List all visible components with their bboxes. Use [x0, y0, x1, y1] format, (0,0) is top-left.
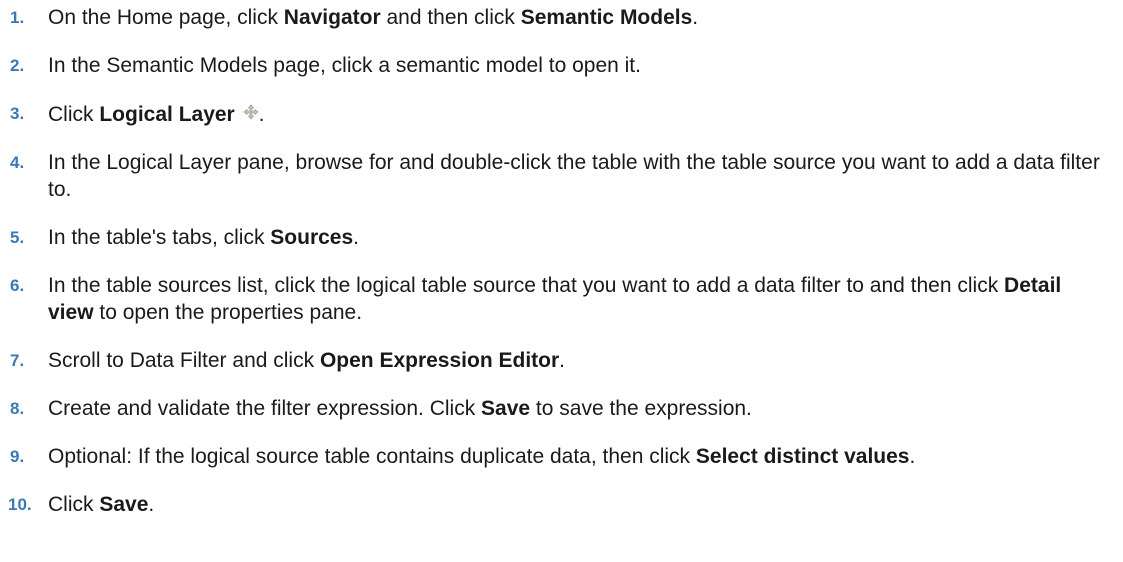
- step-text: Optional: If the logical source table co…: [48, 445, 915, 468]
- step-text: Create and validate the filter expressio…: [48, 397, 752, 420]
- step-item: 9. Optional: If the logical source table …: [0, 443, 1110, 470]
- step-text-run: .: [692, 6, 699, 29]
- step-text: Scroll to Data Filter and click Open Exp…: [48, 349, 565, 372]
- ui-term: Logical Layer: [99, 103, 235, 126]
- step-text-run: In the table sources list, click the log…: [48, 274, 1005, 297]
- step-number: 8.: [10, 399, 25, 418]
- logical-layer-icon: [243, 100, 259, 120]
- ui-term: Save: [481, 397, 531, 420]
- step-text: Click Save.: [48, 493, 154, 516]
- ui-term: Sources: [270, 226, 354, 249]
- step-number: 2.: [10, 56, 25, 75]
- step-item: 3. Click Logical Layer .: [0, 100, 1110, 128]
- step-text-run: [235, 103, 241, 126]
- step-text-run: In the Semantic Models page, click a sem…: [48, 54, 641, 77]
- step-number: 7.: [10, 351, 25, 370]
- step-text-run: .: [559, 349, 565, 372]
- step-item: 8. Create and validate the filter express…: [0, 395, 1110, 422]
- step-item: 7. Scroll to Data Filter and click Open E…: [0, 347, 1110, 374]
- ui-term: Save: [99, 493, 149, 516]
- step-item: 4. In the Logical Layer pane, browse for …: [0, 149, 1110, 203]
- procedure-steps-list: 1. On the Home page, click Navigator and …: [0, 0, 1110, 518]
- step-text-run: On the Home page, click: [48, 6, 284, 29]
- ui-term: Open Expression Editor: [319, 349, 560, 372]
- step-text-run: .: [148, 493, 155, 516]
- step-item: 1. On the Home page, click Navigator and …: [0, 4, 1110, 31]
- step-text-run: Click: [48, 493, 100, 516]
- step-text: In the Logical Layer pane, browse for an…: [48, 151, 1100, 201]
- step-text: Click Logical Layer .: [48, 103, 264, 126]
- step-item: 10. Click Save.: [0, 491, 1110, 518]
- step-number: 1.: [10, 8, 25, 27]
- step-number: 10.: [8, 495, 32, 514]
- step-text: In the Semantic Models page, click a sem…: [48, 54, 641, 77]
- step-text: In the table sources list, click the log…: [48, 274, 1061, 324]
- step-text-run: In the Logical Layer pane, browse for an…: [48, 151, 1100, 201]
- step-text-run: Create and validate the filter expressio…: [48, 397, 482, 420]
- ui-term: Semantic Models: [520, 6, 693, 29]
- step-item: 2. In the Semantic Models page, click a s…: [0, 52, 1110, 79]
- step-text-run: Optional: If the logical source table co…: [48, 445, 696, 468]
- step-text-run: In the table's tabs, click: [48, 226, 271, 249]
- ui-term: Navigator: [283, 6, 381, 29]
- step-text-run: Click: [48, 103, 100, 126]
- step-text-run: and then click: [380, 6, 521, 29]
- step-number: 6.: [10, 276, 25, 295]
- step-text-run: to save the expression.: [530, 397, 752, 420]
- step-number: 9.: [10, 447, 25, 466]
- step-text: On the Home page, click Navigator and th…: [48, 6, 698, 29]
- step-text-run: .: [353, 226, 360, 249]
- step-text-run: Scroll to Data Filter and click: [48, 349, 320, 372]
- step-number: 3.: [10, 104, 25, 123]
- step-text-run: .: [909, 445, 916, 468]
- step-item: 5. In the table's tabs, click Sources.: [0, 224, 1110, 251]
- step-text: In the table's tabs, click Sources.: [48, 226, 359, 249]
- step-number: 4.: [10, 153, 25, 172]
- step-number: 5.: [10, 228, 25, 247]
- ui-term: Select distinct values: [695, 445, 910, 468]
- step-text-run: to open the properties pane.: [93, 301, 363, 324]
- step-text-run: .: [258, 103, 265, 126]
- step-item: 6. In the table sources list, click the l…: [0, 272, 1110, 326]
